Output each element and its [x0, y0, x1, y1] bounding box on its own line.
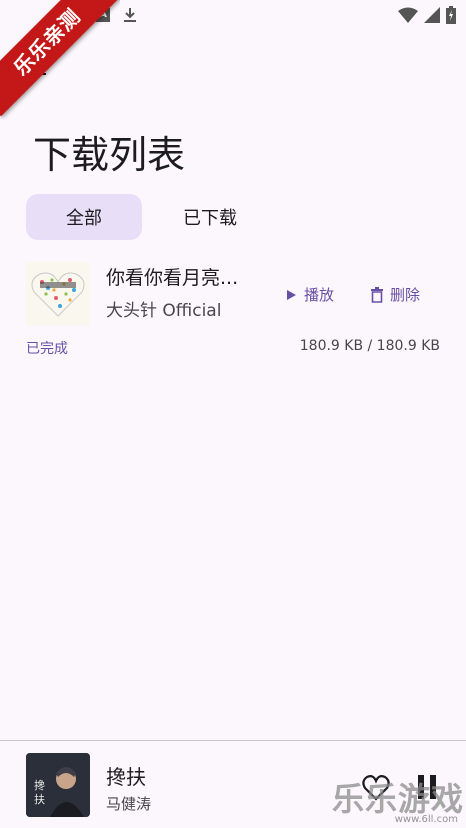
play-button[interactable]: 播放	[284, 284, 334, 305]
tab-all[interactable]: 全部	[26, 194, 142, 240]
song-title: 你看你看月亮...	[106, 267, 239, 289]
now-playing-title: 搀扶	[106, 765, 146, 789]
mini-player-album-art: 搀 扶	[26, 753, 90, 817]
now-playing-artist: 马健涛	[106, 795, 152, 813]
battery-charging-icon	[446, 6, 456, 24]
tab-downloaded[interactable]: 已下载	[152, 194, 268, 240]
delete-button[interactable]: 删除	[370, 284, 420, 305]
promo-ribbon: 乐乐亲测	[0, 0, 120, 120]
download-icon	[124, 8, 136, 22]
ribbon-text: 乐乐亲测	[0, 0, 120, 117]
download-size: 180.9 KB / 180.9 KB	[299, 338, 440, 354]
download-list-item[interactable]: 你看你看月亮... 大头针 Official 播放 删除 已完成 180.9 K…	[0, 258, 466, 368]
download-status: 已完成	[26, 341, 68, 357]
svg-text:扶: 扶	[34, 792, 45, 806]
watermark-url: www.6ll.com	[394, 814, 458, 825]
status-right-icons	[398, 6, 456, 24]
play-label: 播放	[304, 286, 335, 304]
delete-label: 删除	[390, 286, 421, 304]
signal-icon	[424, 7, 440, 23]
song-artist: 大头针 Official	[106, 301, 222, 321]
album-cover-image: 搀 扶	[26, 753, 90, 817]
heart-collage-image	[26, 262, 90, 326]
page-title: 下载列表	[33, 133, 186, 177]
play-icon	[287, 289, 296, 300]
album-art	[26, 262, 90, 326]
svg-text:搀: 搀	[34, 778, 45, 792]
trash-icon	[371, 286, 383, 303]
site-watermark: 乐乐游戏 www.6ll.com	[330, 770, 466, 828]
wifi-icon	[398, 7, 418, 23]
filter-tabs: 全部 已下载	[26, 194, 268, 240]
